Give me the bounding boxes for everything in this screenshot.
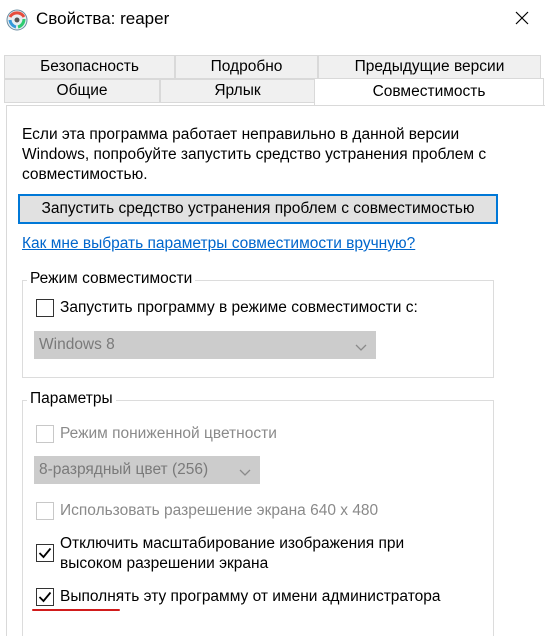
tab-shortcut[interactable]: Ярлык: [160, 79, 315, 103]
close-button[interactable]: [499, 0, 545, 40]
compat-mode-label: Запустить программу в режиме совместимос…: [60, 299, 418, 316]
tab-label: Предыдущие версии: [354, 58, 505, 75]
run-troubleshooter-button[interactable]: Запустить средство устранения проблем с …: [18, 194, 498, 224]
tab-label: Безопасность: [40, 58, 139, 75]
checkmark-icon: [38, 547, 52, 559]
disable-scaling-checkbox[interactable]: [36, 544, 54, 562]
group-title: Параметры: [27, 390, 116, 408]
color-mode-select[interactable]: 8-разрядный цвет (256): [34, 456, 260, 484]
button-label: Запустить средство устранения проблем с …: [41, 200, 475, 217]
tab-general[interactable]: Общие: [4, 79, 160, 103]
reaper-app-icon: [6, 9, 28, 31]
select-value: 8-разрядный цвет (256): [39, 461, 209, 478]
tab-label: Подробно: [210, 58, 283, 75]
tab-security[interactable]: Безопасность: [4, 55, 175, 79]
disable-scaling-label-line2: высоком разрешении экрана: [60, 555, 269, 572]
tab-label: Совместимость: [372, 83, 486, 100]
select-value: Windows 8: [39, 336, 115, 353]
tab-details[interactable]: Подробно: [175, 55, 318, 79]
reduced-color-checkbox[interactable]: [36, 425, 54, 443]
resolution-640-checkbox[interactable]: [36, 502, 54, 520]
window-title: Свойства: reaper: [36, 9, 170, 28]
reduced-color-label: Режим пониженной цветности: [60, 425, 277, 442]
group-title: Режим совместимости: [27, 270, 196, 288]
chevron-down-icon: [239, 465, 251, 483]
tab-previous-versions[interactable]: Предыдущие версии: [318, 55, 541, 79]
tab-label: Общие: [56, 82, 108, 99]
compat-mode-group: [22, 280, 494, 378]
tab-label: Ярлык: [214, 82, 261, 99]
run-as-admin-label: Выполнять эту программу от имени админис…: [60, 588, 441, 605]
checkmark-icon: [38, 591, 52, 603]
os-version-select[interactable]: Windows 8: [34, 331, 376, 359]
compatibility-description: Если эта программа работает неправильно …: [22, 126, 487, 183]
close-icon: [515, 11, 529, 30]
tab-compatibility[interactable]: Совместимость: [314, 78, 544, 105]
annotation-underline: [32, 609, 120, 611]
compat-mode-checkbox[interactable]: [36, 299, 54, 317]
title-bar: Свойства: reaper: [0, 0, 545, 40]
disable-scaling-label-line1: Отключить масштабирование изображения пр…: [60, 535, 405, 552]
run-as-admin-checkbox[interactable]: [36, 588, 54, 606]
manual-settings-help-link[interactable]: Как мне выбрать параметры совместимости …: [22, 235, 415, 253]
chevron-down-icon: [355, 340, 367, 358]
resolution-640-label: Использовать разрешение экрана 640 x 480: [60, 502, 379, 519]
